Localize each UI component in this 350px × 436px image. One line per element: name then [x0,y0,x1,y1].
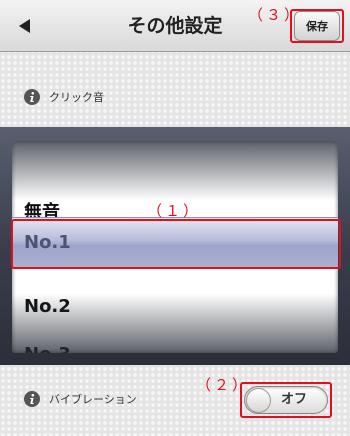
toggle-state-label: オフ [281,392,308,407]
annotation-box-save [290,9,344,43]
vibration-label: バイブレーション [49,393,137,406]
picker-option-no2[interactable]: No.2 [24,296,71,317]
click-sound-row: クリック音 [24,89,104,105]
vibration-toggle[interactable]: オフ [244,386,328,414]
info-icon [24,89,40,105]
info-icon [24,391,40,407]
click-sound-label: クリック音 [49,91,104,104]
annotation-box-picker [11,219,341,269]
vibration-row: バイブレーション [24,391,137,407]
annotation-1: （１） [147,202,202,220]
picker-option-no3[interactable]: No.3 [24,344,71,353]
toggle-knob[interactable] [246,388,271,413]
